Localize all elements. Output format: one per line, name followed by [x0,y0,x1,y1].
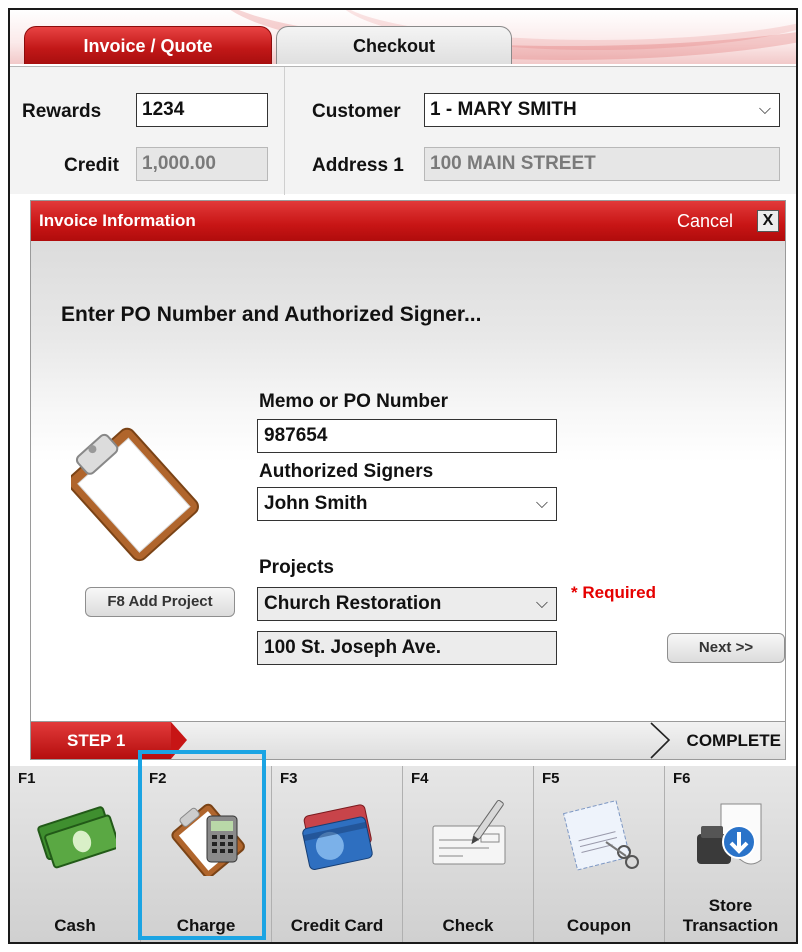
dialog-prompt: Enter PO Number and Authorized Signer... [61,303,482,326]
transaction-label: Transaction [682,916,779,935]
store-label: Store [708,896,753,915]
cash-button[interactable]: F1 Cash [10,766,141,942]
credit-label: Credit [64,155,119,176]
invoice-information-dialog: Invoice Information Cancel X Enter PO Nu… [30,200,786,760]
step-arrow-icon [171,722,187,759]
rewards-field[interactable]: 1234 [136,93,268,127]
fkey-label: F4 [411,770,429,787]
credit-card-button[interactable]: F3 Credit Card [272,766,403,942]
chevron-down-icon: ⌵ [535,595,548,612]
check-button[interactable]: F4 Check [403,766,534,942]
memo-label: Memo or PO Number [259,391,448,412]
fkey-label: F2 [149,770,167,787]
customer-header: Rewards 1234 Credit 1,000.00 Customer 1 … [10,66,796,195]
header-divider [284,67,285,195]
rewards-label: Rewards [22,101,102,122]
fkey-label: F3 [280,770,298,787]
signers-value: John Smith [264,493,368,514]
dialog-title: Invoice Information [39,211,196,230]
coupon-button[interactable]: F5 Coupon [534,766,665,942]
charge-button[interactable]: F2 Charge [141,766,272,942]
next-button[interactable]: Next >> [667,633,785,663]
store-transaction-button[interactable]: F6 Store Transaction [665,766,796,942]
coupon-icon [562,799,639,871]
address-field: 100 MAIN STREET [424,147,780,181]
project-address-field: 100 St. Joseph Ave. [257,631,557,665]
credit-card-label: Credit Card [290,916,384,935]
step-chevron-icon [650,722,671,759]
fkey-label: F1 [18,770,36,787]
step-current: STEP 1 [31,722,171,759]
memo-input[interactable]: 987654 [257,419,557,453]
cash-label: Cash [54,916,96,935]
step-progress-bar: STEP 1 COMPLETE [31,721,785,759]
credit-field: 1,000.00 [136,147,268,181]
close-icon[interactable]: X [757,210,779,232]
address-label: Address 1 [312,155,404,176]
signers-label: Authorized Signers [259,461,434,482]
add-project-button[interactable]: F8 Add Project [85,587,235,617]
charge-icon [171,803,245,876]
clipboard-icon [71,427,199,562]
projects-label: Projects [259,557,334,578]
payment-function-keys: F1 Cash F2 Charge F3 Credit Card F4 Chec… [10,766,796,942]
chevron-down-icon: ⌵ [535,495,548,512]
check-label: Check [442,916,494,935]
fkey-label: F5 [542,770,560,787]
signers-select[interactable]: John Smith ⌵ [257,487,557,521]
app-window: Invoice / Quote Checkout Rewards 1234 Cr… [8,8,798,944]
customer-value: 1 - MARY SMITH [430,99,577,120]
check-icon [432,799,506,865]
projects-select[interactable]: Church Restoration ⌵ [257,587,557,621]
store-transaction-icon [697,803,762,865]
fkey-label: F6 [673,770,691,787]
chevron-down-icon: ⌵ [758,101,771,118]
cancel-link[interactable]: Cancel [677,211,733,232]
dialog-title-bar: Invoice Information Cancel X [31,201,785,241]
credit-card-icon [302,804,373,871]
dialog-body: Enter PO Number and Authorized Signer...… [31,241,785,721]
tab-invoice-quote[interactable]: Invoice / Quote [24,26,272,64]
coupon-label: Coupon [566,916,632,935]
customer-label: Customer [312,101,401,122]
step-complete: COMPLETE [686,731,781,750]
top-band: Invoice / Quote Checkout [10,10,796,64]
customer-select[interactable]: 1 - MARY SMITH ⌵ [424,93,780,127]
cash-icon [37,806,116,869]
charge-label: Charge [176,916,236,935]
tab-checkout[interactable]: Checkout [276,26,512,64]
projects-value: Church Restoration [264,593,442,614]
required-indicator: * Required [571,583,657,602]
